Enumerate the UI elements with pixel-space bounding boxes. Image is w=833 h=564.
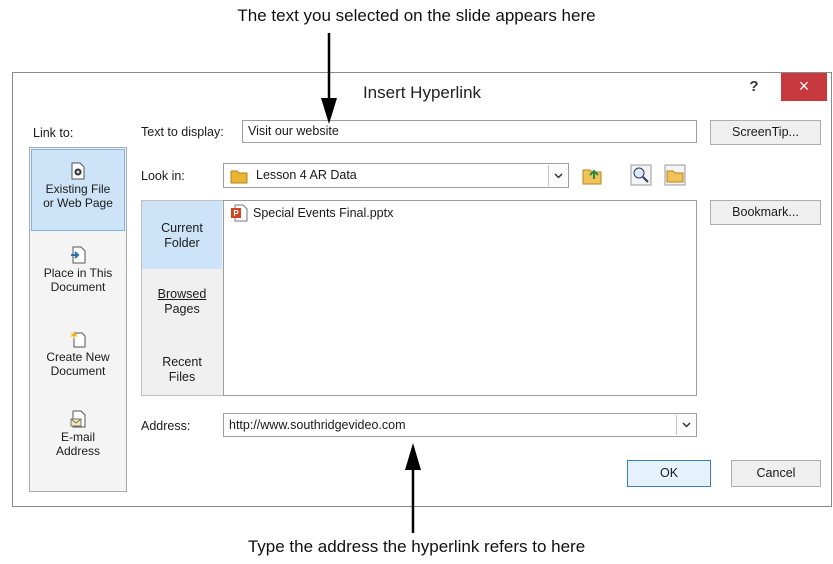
tab-current-line2: Folder bbox=[164, 236, 200, 250]
link-to-existing-line2: or Web Page bbox=[43, 196, 113, 210]
look-in-label: Look in: bbox=[141, 169, 185, 183]
email-address-icon bbox=[70, 410, 86, 428]
place-in-document-icon bbox=[71, 246, 86, 264]
up-one-folder-icon[interactable] bbox=[581, 164, 603, 186]
dialog-title: Insert Hyperlink bbox=[362, 83, 482, 102]
tab-browsed-line2: Pages bbox=[164, 302, 200, 316]
top-callout-text: The text you selected on the slide appea… bbox=[237, 6, 596, 25]
insert-hyperlink-dialog: Insert Hyperlink ? × Link to: Existing F… bbox=[12, 72, 832, 507]
address-dropdown-button[interactable] bbox=[676, 415, 695, 435]
address-combobox[interactable]: http://www.southridgevideo.com bbox=[223, 413, 697, 437]
list-item[interactable]: P Special Events Final.pptx bbox=[230, 204, 393, 222]
bottom-callout-text: Type the address the hyperlink refers to… bbox=[247, 537, 586, 556]
chevron-down-icon bbox=[681, 422, 691, 428]
file-list[interactable]: P Special Events Final.pptx bbox=[223, 200, 697, 396]
look-in-value: Lesson 4 AR Data bbox=[256, 168, 357, 182]
ok-button[interactable]: OK bbox=[627, 460, 711, 487]
address-label: Address: bbox=[141, 419, 191, 433]
link-to-panel: Existing File or Web Page Place in This … bbox=[29, 147, 127, 492]
link-to-email-line1: E-mail bbox=[60, 430, 95, 444]
link-to-place-in-document[interactable]: Place in This Document bbox=[31, 246, 125, 306]
help-button[interactable]: ? bbox=[742, 77, 766, 97]
tab-browsed-pages[interactable]: Browsed Pages bbox=[142, 287, 222, 317]
folder-icon bbox=[230, 170, 248, 184]
link-to-email-line2: Address bbox=[55, 444, 101, 458]
link-to-create-line1: Create New bbox=[46, 350, 110, 364]
close-button[interactable]: × bbox=[781, 73, 827, 101]
look-in-combobox[interactable]: Lesson 4 AR Data bbox=[223, 163, 569, 188]
link-to-place-line1: Place in This bbox=[43, 266, 113, 280]
link-to-place-line2: Document bbox=[50, 280, 106, 294]
create-new-document-icon bbox=[70, 331, 86, 348]
tab-recent-line1: Recent bbox=[162, 355, 202, 369]
text-to-display-label: Text to display: bbox=[141, 125, 224, 139]
link-to-existing-line1: Existing File bbox=[45, 182, 111, 196]
browse-tabs: Current Folder Browsed Pages Recent File… bbox=[141, 200, 223, 396]
browse-file-icon[interactable] bbox=[664, 164, 686, 186]
tab-current-folder[interactable]: Current Folder bbox=[142, 201, 222, 269]
powerpoint-file-icon: P bbox=[231, 204, 248, 222]
cancel-button[interactable]: Cancel bbox=[731, 460, 821, 487]
link-to-create-new-document[interactable]: Create New Document bbox=[31, 330, 125, 390]
address-value: http://www.southridgevideo.com bbox=[229, 418, 406, 432]
bookmark-button[interactable]: Bookmark... bbox=[710, 200, 821, 225]
link-to-create-line2: Document bbox=[50, 364, 106, 378]
tab-browsed-line1: Browsed bbox=[157, 287, 207, 301]
link-to-email-address[interactable]: E-mail Address bbox=[31, 410, 125, 470]
tab-recent-files[interactable]: Recent Files bbox=[142, 355, 222, 385]
look-in-dropdown-button[interactable] bbox=[548, 165, 567, 186]
screentip-button[interactable]: ScreenTip... bbox=[710, 120, 821, 145]
chevron-down-icon bbox=[553, 172, 563, 179]
link-to-label: Link to: bbox=[33, 126, 74, 140]
link-to-existing-file[interactable]: Existing File or Web Page bbox=[31, 149, 125, 231]
tab-current-line1: Current bbox=[161, 221, 203, 235]
file-name: Special Events Final.pptx bbox=[253, 206, 394, 220]
browse-web-icon[interactable] bbox=[630, 164, 652, 186]
svg-text:P: P bbox=[233, 209, 239, 218]
existing-file-icon bbox=[71, 162, 85, 180]
text-to-display-input[interactable]: Visit our website bbox=[242, 120, 697, 143]
tab-recent-line2: Files bbox=[168, 370, 196, 384]
